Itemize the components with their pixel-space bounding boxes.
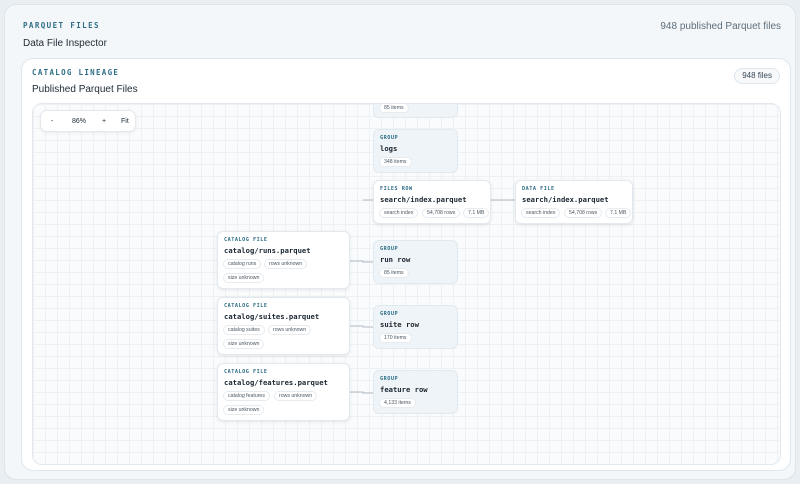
app-window: PARQUET FILES Data File Inspector 948 pu…: [4, 4, 796, 480]
zoom-level: 86%: [72, 118, 87, 125]
lineage-canvas[interactable]: - 86% + Fit 85 items GROUP logs 348 item…: [32, 103, 781, 465]
node-name: logs: [380, 144, 398, 153]
node-name: catalog/runs.parquet: [224, 246, 311, 255]
meta-chip: 7.1 MB: [605, 208, 632, 218]
lineage-panel: CATALOG LINEAGE Published Parquet Files …: [21, 58, 791, 471]
fit-view-button[interactable]: Fit: [121, 111, 129, 132]
meta-chip: 7.1 MB: [463, 208, 490, 218]
meta-chip: 54,708 rows: [564, 208, 603, 218]
meta-chip: 54,708 rows: [422, 208, 461, 218]
meta-chip: search index: [379, 208, 419, 218]
node-kind: GROUP: [380, 311, 399, 317]
panel-title: Published Parquet Files: [32, 84, 138, 95]
node-kind: CATALOG FILE: [224, 303, 268, 309]
node-kind: FILES ROW: [380, 186, 413, 192]
files-count-badge: 948 files: [734, 68, 780, 84]
section-eyebrow: PARQUET FILES: [23, 21, 100, 30]
group-node-run-row[interactable]: GROUP run row 85 items: [373, 240, 458, 284]
meta-chip: size unknown: [223, 339, 265, 349]
group-node-suite-row[interactable]: GROUP suite row 170 items: [373, 305, 458, 349]
node-name: catalog/features.parquet: [224, 378, 328, 387]
node-kind: GROUP: [380, 135, 399, 141]
panel-eyebrow: CATALOG LINEAGE: [32, 68, 120, 77]
item-count-chip: 85 items: [379, 104, 409, 113]
group-node-logs[interactable]: GROUP logs 348 items: [373, 129, 458, 173]
meta-chip: catalog runs: [223, 259, 262, 269]
group-node-feature-row[interactable]: GROUP feature row 4,133 items: [373, 370, 458, 414]
page-title: Data File Inspector: [23, 38, 107, 49]
item-count-chip: 85 items: [379, 268, 409, 278]
files-row-node[interactable]: FILES ROW search/index.parquet search in…: [373, 180, 491, 224]
node-name: search/index.parquet: [380, 195, 467, 204]
meta-chip: rows unknown: [274, 391, 318, 401]
edge-suites-to-suite-row: [350, 325, 373, 328]
node-kind: DATA FILE: [522, 186, 555, 192]
meta-chip: catalog features: [223, 391, 270, 401]
edge-features-to-feature-row: [350, 391, 373, 394]
node-name: suite row: [380, 320, 419, 329]
group-node-top[interactable]: 85 items: [373, 104, 458, 118]
node-name: run row: [380, 255, 411, 264]
node-kind: CATALOG FILE: [224, 369, 268, 375]
catalog-file-node-runs[interactable]: CATALOG FILE catalog/runs.parquet catalo…: [217, 231, 350, 289]
published-file-count: 948 published Parquet files: [660, 21, 781, 32]
meta-chip: size unknown: [223, 405, 265, 415]
catalog-file-node-suites[interactable]: CATALOG FILE catalog/suites.parquet cata…: [217, 297, 350, 355]
meta-chip: catalog suites: [223, 325, 265, 335]
item-count-chip: 170 items: [379, 333, 412, 343]
catalog-file-node-features[interactable]: CATALOG FILE catalog/features.parquet ca…: [217, 363, 350, 421]
data-file-node[interactable]: DATA FILE search/index.parquet search in…: [515, 180, 633, 224]
node-name: feature row: [380, 385, 428, 394]
meta-chip: search index: [521, 208, 561, 218]
zoom-controls: - 86% + Fit: [40, 110, 136, 132]
zoom-in-button[interactable]: +: [102, 111, 106, 132]
node-name: catalog/suites.parquet: [224, 312, 320, 321]
node-kind: GROUP: [380, 246, 399, 252]
item-count-chip: 4,133 items: [379, 398, 416, 408]
meta-chip: rows unknown: [268, 325, 312, 335]
node-name: search/index.parquet: [522, 195, 609, 204]
node-kind: CATALOG FILE: [224, 237, 268, 243]
meta-chip: rows unknown: [264, 259, 308, 269]
zoom-out-button[interactable]: -: [51, 111, 53, 132]
item-count-chip: 348 items: [379, 157, 412, 167]
edge-runs-to-run-row: [350, 260, 373, 263]
node-kind: GROUP: [380, 376, 399, 382]
meta-chip: size unknown: [223, 273, 265, 283]
